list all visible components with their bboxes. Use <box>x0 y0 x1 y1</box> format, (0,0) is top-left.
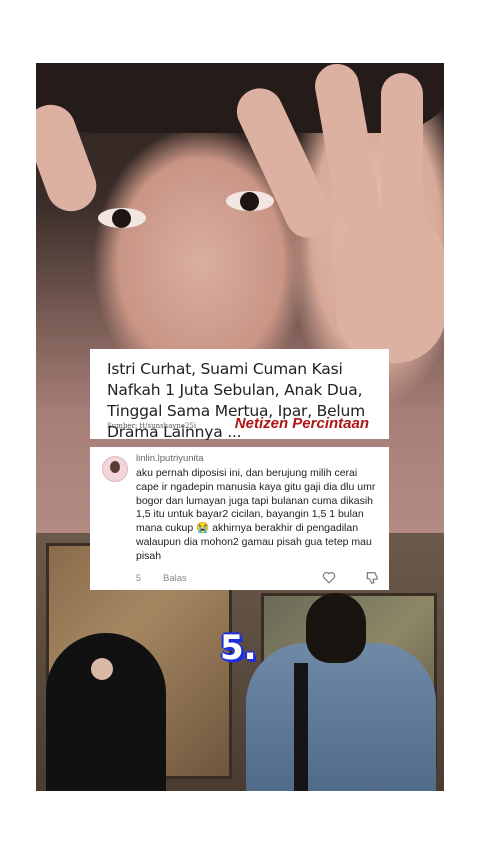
reply-button[interactable]: Balas <box>163 573 187 584</box>
comment-text: aku pernah diposisi ini, dan berujung mi… <box>136 467 381 564</box>
bag-strap <box>294 663 308 791</box>
left-eye <box>98 208 146 228</box>
person-hijab <box>46 633 166 791</box>
brand-logo: Netizen Percintaan <box>234 415 369 432</box>
dislike-icon[interactable] <box>365 571 379 590</box>
person-face <box>91 658 113 680</box>
comment-text-rest: ir ngadepin manusia kaya gitu gaji dia d… <box>136 480 376 562</box>
like-count: 5 <box>136 573 142 583</box>
list-number: 5. <box>220 628 257 668</box>
right-eye <box>226 191 274 211</box>
person-head <box>306 593 366 663</box>
heart-icon[interactable] <box>322 571 336 589</box>
person-denim-jacket <box>246 643 436 791</box>
comment-username[interactable]: linlin.lputriyunita <box>136 453 204 464</box>
comment-card: linlin.lputriyunita aku pernah diposisi … <box>90 447 389 590</box>
headline-card: Istri Curhat, Suami Cuman Kasi Nafkah 1 … <box>90 349 389 441</box>
palm <box>336 213 444 363</box>
source-credit: Sumber: tt/sunshayne25i <box>107 422 197 430</box>
avatar[interactable] <box>102 456 128 482</box>
